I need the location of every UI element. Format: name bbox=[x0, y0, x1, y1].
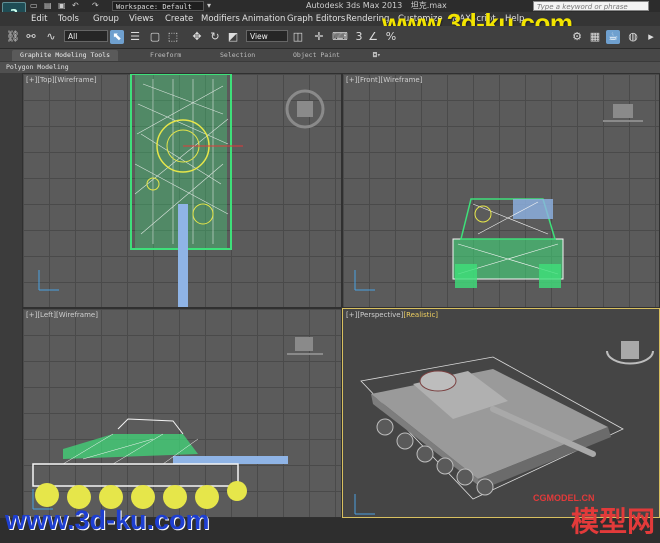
render-setup-icon[interactable]: ⚙ bbox=[570, 30, 584, 44]
select-object-icon[interactable]: ⬉ bbox=[110, 30, 124, 44]
selection-filter-dropdown[interactable]: All bbox=[64, 30, 108, 42]
material-editor-icon[interactable]: ◍ bbox=[626, 30, 640, 44]
reference-coordinate-dropdown[interactable]: View bbox=[246, 30, 288, 42]
tank-top-wireframe bbox=[38, 74, 325, 307]
new-file-icon[interactable]: ▭ bbox=[30, 1, 38, 11]
viewport-top[interactable]: [+][Top][Wireframe] bbox=[22, 73, 342, 308]
ribbon-panel-strip bbox=[0, 62, 660, 73]
select-by-name-icon[interactable]: ☰ bbox=[128, 30, 142, 44]
unlink-icon[interactable]: ⚯ bbox=[24, 30, 38, 44]
viewport-front[interactable]: [+][Front][Wireframe] bbox=[342, 73, 660, 308]
rectangular-selection-icon[interactable]: ▢ bbox=[148, 30, 162, 44]
keyboard-shortcut-override-icon[interactable]: ⌨ bbox=[332, 30, 348, 44]
watermark-bottom: www.3d-ku.com bbox=[5, 505, 210, 535]
angle-snap-icon[interactable]: ∠ bbox=[366, 30, 380, 44]
menu-animation[interactable]: Animation bbox=[242, 12, 285, 26]
select-and-move-icon[interactable]: ✥ bbox=[190, 30, 204, 44]
workspace-dropdown[interactable]: Workspace: Default bbox=[112, 1, 204, 11]
select-and-scale-icon[interactable]: ◩ bbox=[226, 30, 240, 44]
select-and-rotate-icon[interactable]: ↻ bbox=[208, 30, 222, 44]
tank-front-wireframe bbox=[354, 104, 643, 291]
window-crossing-icon[interactable]: ⬚ bbox=[166, 30, 180, 44]
tank-perspective-render bbox=[354, 341, 654, 515]
pivot-center-icon[interactable]: ◫ bbox=[291, 30, 305, 44]
left-sidebar bbox=[0, 73, 22, 518]
menu-tools[interactable]: Tools bbox=[58, 12, 79, 26]
menu-group[interactable]: Group bbox=[93, 12, 119, 26]
tab-graphite-modeling-tools[interactable]: Graphite Modeling Tools bbox=[12, 50, 119, 61]
redo-icon[interactable]: ↷ bbox=[92, 1, 99, 11]
polygon-modeling-panel[interactable]: Polygon Modeling bbox=[6, 62, 69, 73]
percent-snap-icon[interactable]: % bbox=[384, 30, 398, 44]
toolbar-more-icon[interactable]: ▸ bbox=[644, 30, 658, 44]
menu-modifiers[interactable]: Modifiers bbox=[201, 12, 240, 26]
tank-side-wireframe bbox=[32, 337, 323, 510]
open-file-icon[interactable]: ▤ bbox=[44, 1, 52, 11]
menu-create[interactable]: Create bbox=[165, 12, 193, 26]
manipulate-icon[interactable]: ✛ bbox=[312, 30, 326, 44]
tab-selection[interactable]: Selection bbox=[220, 50, 255, 61]
rendered-frame-window-icon[interactable]: ▦ bbox=[588, 30, 602, 44]
menu-graph-editors[interactable]: Graph Editors bbox=[287, 12, 345, 26]
tab-object-paint[interactable]: Object Paint bbox=[293, 50, 340, 61]
undo-icon[interactable]: ↶ bbox=[72, 1, 79, 11]
viewport-perspective[interactable]: [+][Perspective][Realistic] bbox=[342, 308, 660, 518]
menu-views[interactable]: Views bbox=[129, 12, 154, 26]
viewport-left[interactable]: [+][Left][Wireframe] bbox=[22, 308, 342, 518]
watermark-cn: 模型网 bbox=[571, 505, 656, 538]
render-production-icon[interactable]: ☕ bbox=[606, 30, 620, 44]
bind-space-warp-icon[interactable]: ∿ bbox=[44, 30, 58, 44]
tab-freeform[interactable]: Freeform bbox=[150, 50, 181, 61]
save-icon[interactable]: ▣ bbox=[58, 1, 66, 11]
menu-edit[interactable]: Edit bbox=[31, 12, 47, 26]
chevron-down-icon[interactable]: ▾ bbox=[207, 1, 211, 11]
ribbon-options-icon[interactable]: ◘▾ bbox=[373, 50, 381, 61]
link-icon[interactable]: ⛓ bbox=[6, 30, 20, 44]
snaps-toggle-icon[interactable]: 3 bbox=[352, 30, 366, 44]
